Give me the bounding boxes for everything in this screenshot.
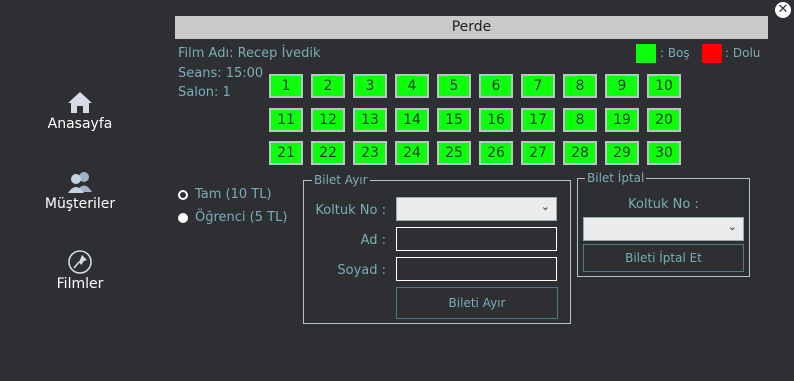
seat-button[interactable]: 23	[353, 141, 387, 165]
buy-seat-dropdown[interactable]: ⌄	[396, 197, 557, 221]
buy-name-label: Ad :	[360, 233, 386, 248]
seat-button[interactable]: 7	[521, 74, 555, 98]
buy-ticket-group: Bilet Ayır Koltuk No : ⌄ Ad : Soyad : Bi…	[303, 173, 571, 324]
buy-seat-label: Koltuk No :	[315, 203, 386, 218]
seat-button[interactable]: 24	[395, 141, 429, 165]
film-name: Film Adı: Recep İvedik	[178, 46, 321, 61]
legend-taken-label: : Dolu	[725, 46, 761, 60]
seat-button[interactable]: 20	[647, 108, 681, 132]
close-button[interactable]: ✕	[775, 2, 791, 18]
seat-button[interactable]: 16	[479, 108, 513, 132]
radio-full-label: Tam (10 TL)	[195, 187, 272, 202]
buy-surname-label: Soyad :	[337, 263, 386, 278]
seat-button[interactable]: 17	[521, 108, 555, 132]
screen-bar: Perde	[175, 16, 768, 39]
seat-button[interactable]: 5	[437, 74, 471, 98]
nav-films[interactable]: Filmler	[30, 250, 130, 292]
pin-icon	[68, 250, 92, 274]
buy-name-input[interactable]	[396, 227, 557, 251]
seat-button[interactable]: 15	[437, 108, 471, 132]
seat-button[interactable]: 27	[521, 141, 555, 165]
seat-button[interactable]: 8	[563, 74, 597, 98]
buy-ticket-button[interactable]: Bileti Ayır	[396, 287, 558, 319]
seat-button[interactable]: 26	[479, 141, 513, 165]
seat-button[interactable]: 29	[605, 141, 639, 165]
seat-button[interactable]: 12	[311, 108, 345, 132]
chevron-down-icon: ⌄	[727, 220, 737, 233]
seat-button[interactable]: 9	[605, 74, 639, 98]
chevron-down-icon: ⌄	[540, 200, 550, 213]
seat-button[interactable]: 13	[353, 108, 387, 132]
seat-button[interactable]: 25	[437, 141, 471, 165]
seat-button[interactable]: 14	[395, 108, 429, 132]
cancel-ticket-title: Bilet İptal	[585, 171, 647, 185]
hall-number: Salon: 1	[178, 85, 231, 100]
seat-button[interactable]: 21	[269, 141, 303, 165]
radio-full-ticket[interactable]: Tam (10 TL)	[178, 187, 272, 202]
seat-button[interactable]: 3	[353, 74, 387, 98]
seat-button[interactable]: 6	[479, 74, 513, 98]
seat-button[interactable]: 30	[647, 141, 681, 165]
legend-free-swatch	[636, 44, 656, 63]
radio-student-ticket[interactable]: Öğrenci (5 TL)	[178, 210, 287, 225]
seat-button[interactable]: 4	[395, 74, 429, 98]
nav-home[interactable]: Anasayfa	[30, 90, 130, 132]
seat-button[interactable]: 22	[311, 141, 345, 165]
nav-customers[interactable]: Müşteriler	[30, 170, 130, 212]
seat-button[interactable]: 11	[269, 108, 303, 132]
legend-taken-swatch	[702, 44, 722, 63]
seat-button[interactable]: 8	[563, 108, 597, 132]
seat-button[interactable]: 2	[311, 74, 345, 98]
seat-button[interactable]: 28	[563, 141, 597, 165]
session-time: Seans: 15:00	[178, 66, 264, 81]
cancel-seat-dropdown[interactable]: ⌄	[583, 217, 744, 241]
seat-button[interactable]: 10	[647, 74, 681, 98]
cancel-ticket-group: Bilet İptal Koltuk No : ⌄ Bileti İptal E…	[577, 171, 750, 277]
seat-button[interactable]: 1	[269, 74, 303, 98]
nav-films-label: Filmler	[56, 276, 104, 292]
seat-button[interactable]: 19	[605, 108, 639, 132]
cancel-ticket-button[interactable]: Bileti İptal Et	[583, 244, 744, 272]
legend-free-label: : Boş	[660, 46, 690, 60]
home-icon	[68, 92, 92, 113]
radio-student-indicator[interactable]	[178, 212, 188, 223]
buy-ticket-title: Bilet Ayır	[312, 173, 370, 187]
radio-student-label: Öğrenci (5 TL)	[195, 210, 288, 225]
buy-surname-input[interactable]	[396, 257, 557, 281]
cancel-seat-label: Koltuk No :	[628, 197, 699, 212]
radio-full-indicator[interactable]	[178, 189, 188, 200]
nav-home-label: Anasayfa	[47, 116, 113, 132]
nav-customers-label: Müşteriler	[44, 196, 116, 212]
users-icon	[68, 172, 92, 193]
